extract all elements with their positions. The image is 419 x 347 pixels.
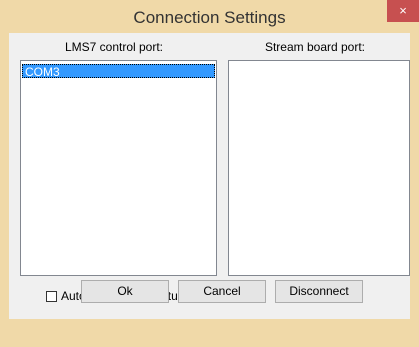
stream-port-listbox[interactable] — [228, 60, 410, 276]
cancel-button[interactable]: Cancel — [178, 280, 266, 303]
ok-button[interactable]: Ok — [81, 280, 169, 303]
auto-connect-checkbox[interactable] — [46, 290, 57, 302]
connection-settings-window: Connection Settings × LMS7 control port:… — [0, 0, 419, 347]
lms-port-label: LMS7 control port: — [64, 40, 164, 54]
lms-port-listbox[interactable]: COM3 — [20, 60, 217, 276]
close-icon: × — [399, 3, 407, 18]
window-title: Connection Settings — [133, 8, 286, 27]
window-frame-bottom — [0, 319, 419, 347]
stream-port-label: Stream board port: — [264, 40, 366, 54]
close-button[interactable]: × — [387, 0, 419, 22]
dialog-client-area: LMS7 control port: Stream board port: CO… — [9, 33, 410, 319]
title-bar[interactable]: Connection Settings × — [0, 0, 419, 33]
list-item-com3[interactable]: COM3 — [22, 64, 215, 79]
disconnect-button[interactable]: Disconnect — [275, 280, 363, 303]
